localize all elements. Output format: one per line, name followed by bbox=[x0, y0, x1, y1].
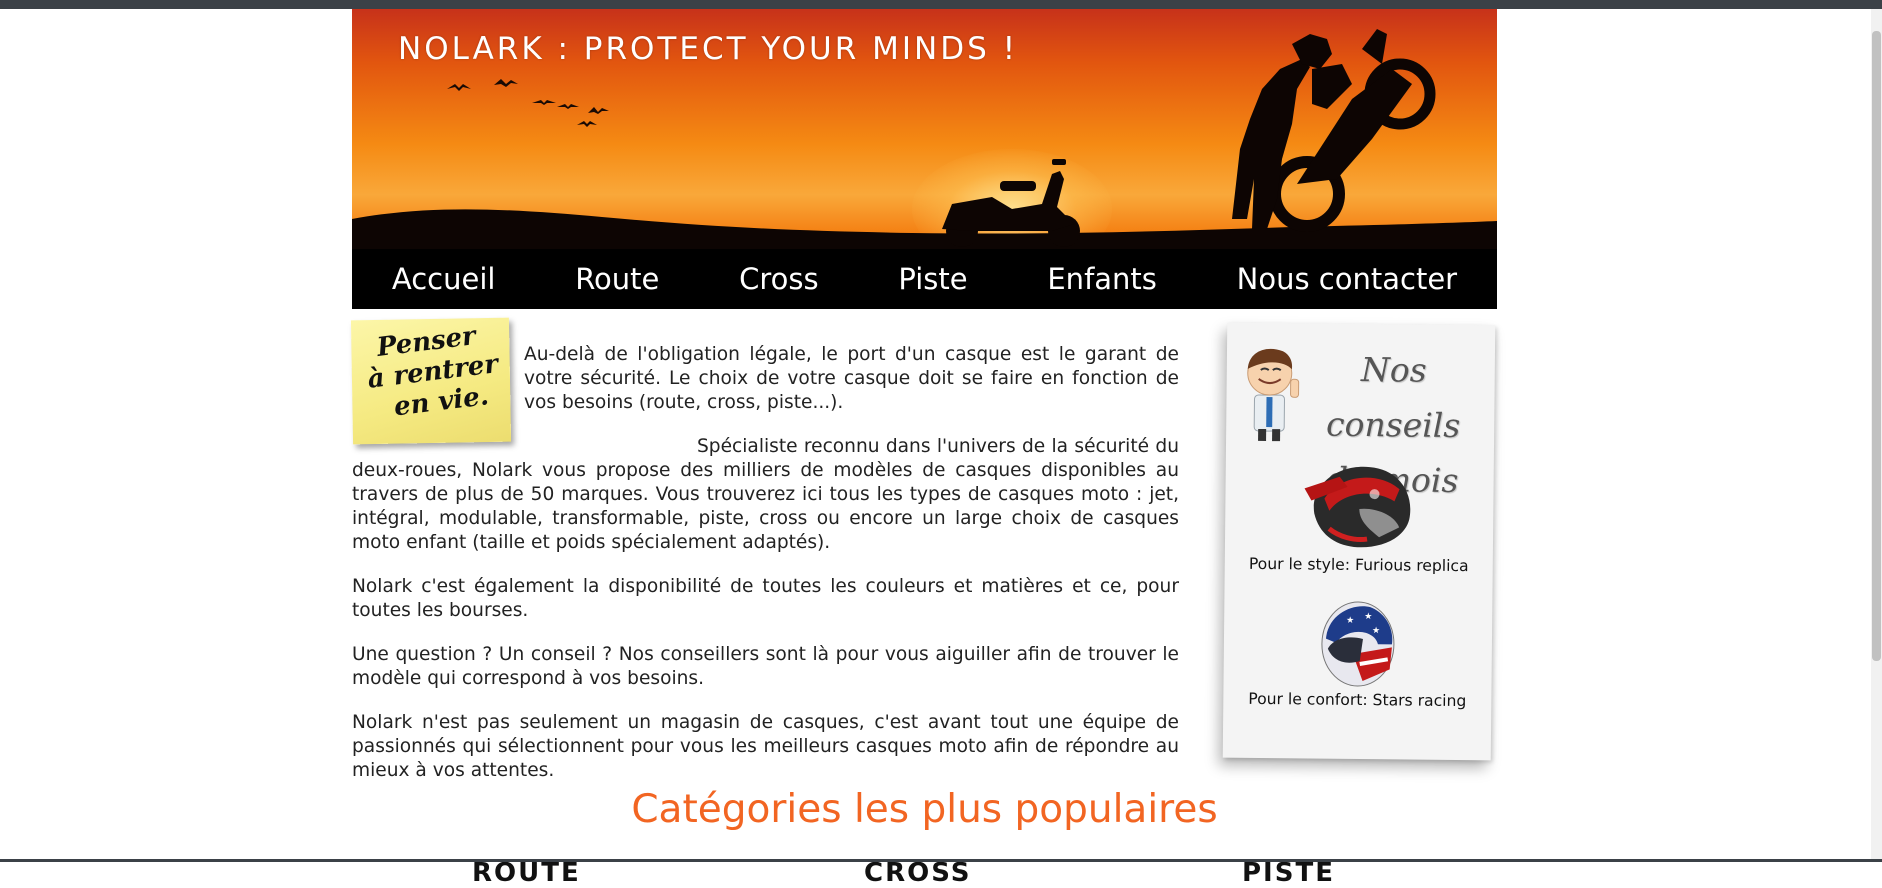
nav-item-enfants[interactable]: Enfants bbox=[1037, 262, 1167, 296]
tips-header: Nos conseils du mois bbox=[1226, 331, 1495, 444]
paragraph-question: Une question ? Un conseil ? Nos conseill… bbox=[352, 643, 1179, 691]
paragraph-colors: Nolark c'est également la disponibilité … bbox=[352, 575, 1179, 623]
main-content: Penser à rentrer en vie. Au-delà de l'ob… bbox=[352, 320, 1179, 803]
category-heading-cross[interactable]: CROSS bbox=[864, 858, 972, 888]
cross-helmet-red-icon bbox=[1299, 458, 1420, 554]
paragraph-specialist: Spécialiste reconnu dans l'univers de la… bbox=[352, 435, 1179, 555]
svg-text:★: ★ bbox=[1346, 616, 1354, 626]
popular-categories-title: Catégories les plus populaires bbox=[352, 787, 1497, 832]
tips-title-line1: Nos conseils bbox=[1294, 341, 1493, 453]
category-heading-route[interactable]: ROUTE bbox=[472, 858, 581, 888]
nav-item-accueil[interactable]: Accueil bbox=[382, 262, 506, 296]
sticky-note-image: Penser à rentrer en vie. bbox=[351, 318, 511, 445]
nav-item-contact[interactable]: Nous contacter bbox=[1227, 262, 1467, 296]
motorbike-riders-icon bbox=[1232, 29, 1430, 229]
site-title: Nolark : Protect your minds ! bbox=[398, 31, 1018, 67]
nav-item-cross[interactable]: Cross bbox=[729, 262, 829, 296]
nav-item-route[interactable]: Route bbox=[565, 262, 669, 296]
paragraph-team: Nolark n'est pas seulement un magasin de… bbox=[352, 711, 1179, 783]
tip-caption-comfort[interactable]: Pour le confort: Stars racing bbox=[1223, 690, 1491, 711]
page-container: Nolark : Protect your minds ! Accueil Ro… bbox=[352, 9, 1497, 309]
main-navigation: Accueil Route Cross Piste Enfants Nous c… bbox=[352, 249, 1497, 309]
header-banner: Nolark : Protect your minds ! Accueil Ro… bbox=[352, 9, 1497, 309]
scrollbar-thumb[interactable] bbox=[1872, 31, 1881, 661]
category-heading-piste[interactable]: PISTE bbox=[1242, 858, 1335, 888]
browser-top-edge bbox=[0, 0, 1882, 9]
monthly-tips-panel: Nos conseils du mois Pour le style: Furi… bbox=[1223, 323, 1496, 761]
svg-text:★: ★ bbox=[1364, 612, 1372, 622]
integral-helmet-stars-icon: ★ ★ ★ bbox=[1307, 598, 1408, 689]
tip-item-style[interactable]: Pour le style: Furious replica bbox=[1225, 458, 1494, 576]
tip-caption-style[interactable]: Pour le style: Furious replica bbox=[1225, 555, 1493, 576]
svg-text:★: ★ bbox=[1372, 626, 1380, 636]
birds-icon bbox=[447, 79, 609, 127]
paragraph-specialist-text: Spécialiste reconnu dans l'univers de la… bbox=[352, 436, 1179, 553]
nav-item-piste[interactable]: Piste bbox=[888, 262, 977, 296]
scrollbar[interactable] bbox=[1871, 9, 1882, 862]
tip-item-comfort[interactable]: ★ ★ ★ Pour le confort: Stars racing bbox=[1223, 598, 1492, 711]
